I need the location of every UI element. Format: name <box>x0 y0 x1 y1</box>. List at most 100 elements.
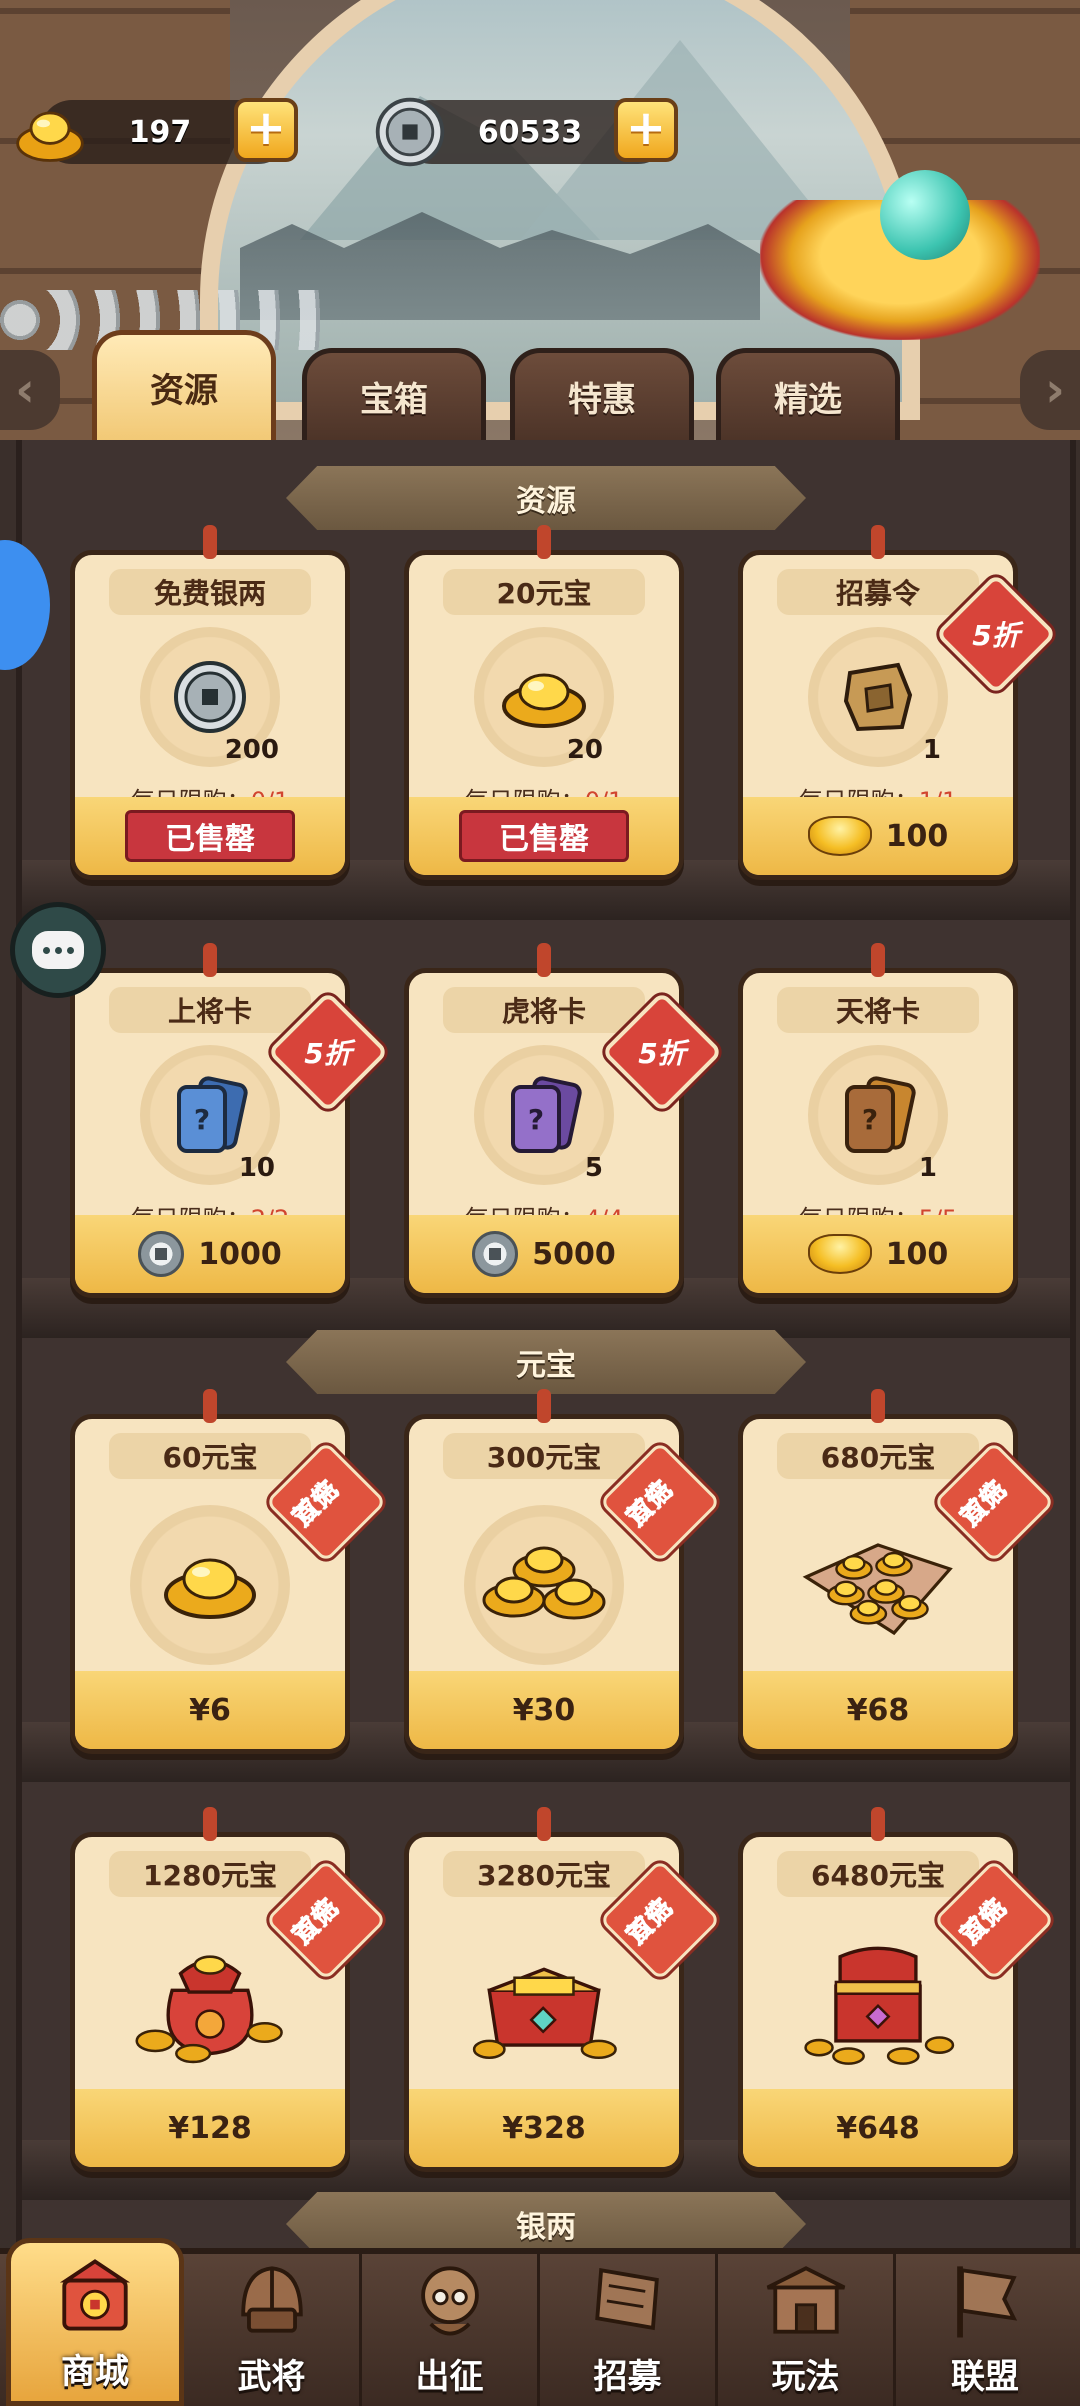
ingot-pile-icon <box>482 1546 606 1620</box>
item-name: 天将卡 <box>777 987 979 1033</box>
hanging-pin <box>871 1389 885 1423</box>
banner-icon <box>594 2267 659 2331</box>
shop-icon <box>59 2259 131 2331</box>
buy-button[interactable]: 100 <box>743 797 1013 875</box>
hanging-pin <box>537 1807 551 1841</box>
discount-text: 5折 <box>972 619 1020 652</box>
first-recharge-text: 首充 双倍 <box>276 1464 376 1540</box>
item-free-silver[interactable]: 免费银两 200 每日限购：0/1 已售罄 <box>70 525 350 880</box>
nav-recruit[interactable]: 招募 <box>540 2254 718 2406</box>
buy-button[interactable]: ¥648 <box>743 2089 1013 2167</box>
shop-content[interactable]: 资源 免费银两 200 每日限购：0/1 已售罄 20元宝 20 每日限购：0 <box>16 440 1076 2248</box>
item-heaven-general-card[interactable]: 天将卡 ? 1 每日限购：5/5 100 <box>738 943 1018 1298</box>
shop-tabs: ‹ 资源 宝箱 特惠 精选 › <box>0 330 1080 440</box>
tab-specials[interactable]: 特惠 <box>510 348 694 440</box>
tab-chests[interactable]: 宝箱 <box>302 348 486 440</box>
add-gold-button[interactable]: + <box>234 98 298 162</box>
hanging-pin <box>537 1389 551 1423</box>
gold-amount: 197 <box>128 114 192 150</box>
silver-coin-icon <box>174 661 246 733</box>
treasure-chest-icon <box>804 1946 955 2065</box>
tab-featured[interactable]: 精选 <box>716 348 900 440</box>
buy-button[interactable]: ¥328 <box>409 2089 679 2167</box>
section-header-ingots: 元宝 <box>286 1330 806 1394</box>
gate-icon <box>766 2266 845 2334</box>
item-6480-ingots[interactable]: 6480元宝 首充 双倍 ¥648 <box>738 1807 1055 2172</box>
nav-label: 招募 <box>593 2357 662 2397</box>
gold-ingot-icon <box>807 816 872 856</box>
tab-next-arrow[interactable]: › <box>1020 350 1080 430</box>
chat-button[interactable] <box>10 902 106 998</box>
chat-bubble-icon <box>32 931 84 969</box>
item-quantity: 20 <box>566 735 603 765</box>
item-680-ingots[interactable]: 680元宝 首充 双倍 ¥68 <box>738 1389 1055 1754</box>
silver-coin-icon <box>472 1231 519 1277</box>
item-icon-frame <box>798 1923 958 2083</box>
discount-text: 5折 <box>638 1037 686 1070</box>
nav-gameplay[interactable]: 玩法 <box>718 2254 896 2406</box>
plus-icon: + <box>245 100 287 156</box>
item-300-ingots[interactable]: 300元宝 首充 双倍 ¥30 <box>404 1389 721 1754</box>
hanging-pin <box>203 1807 217 1841</box>
discount-text: 5折 <box>304 1037 352 1070</box>
nav-alliance[interactable]: 联盟 <box>896 2254 1074 2406</box>
buy-button[interactable]: 5000 <box>409 1215 679 1293</box>
price: ¥648 <box>836 2110 920 2146</box>
buy-button[interactable]: ¥6 <box>75 1671 345 1749</box>
sold-out-badge: 已售罄 <box>459 810 629 862</box>
ingot-bag-icon <box>135 1955 283 2064</box>
sold-out-badge: 已售罄 <box>125 810 295 862</box>
item-3280-ingots[interactable]: 3280元宝 首充 双倍 ¥328 <box>404 1807 721 2172</box>
item-recruit-token[interactable]: 招募令 5折 1 每日限购：1/1 100 <box>738 525 1057 880</box>
gold-currency: 197 + <box>16 98 298 164</box>
item-icon-frame <box>798 1505 958 1665</box>
item-20-ingots[interactable]: 20元宝 20 每日限购：0/1 已售罄 <box>404 525 684 880</box>
plus-icon: + <box>625 100 667 156</box>
price: 100 <box>885 1236 949 1272</box>
silver-currency: 60533 + <box>375 97 678 167</box>
tab-resources[interactable]: 资源 <box>92 330 276 440</box>
item-general-card[interactable]: 上将卡 5折 ? 10 每日限购：2/2 1000 <box>70 943 389 1298</box>
ingot-box-icon <box>472 1967 617 2059</box>
purple-card-icon: ? <box>511 1076 582 1153</box>
nav-generals[interactable]: 武将 <box>184 2254 362 2406</box>
nav-label: 出征 <box>415 2357 484 2397</box>
item-quantity: 1 <box>922 735 941 765</box>
helmet-icon <box>240 2266 303 2333</box>
item-1280-ingots[interactable]: 1280元宝 首充 双倍 ¥128 <box>70 1807 387 2172</box>
first-recharge-text: 首充 双倍 <box>276 1882 376 1958</box>
hanging-pin <box>537 943 551 977</box>
gold-ingot-icon <box>16 111 84 162</box>
buy-button[interactable]: 1000 <box>75 1215 345 1293</box>
blue-card-icon: ? <box>177 1076 248 1153</box>
nav-shop[interactable]: 商城 <box>6 2238 184 2406</box>
nav-label: 武将 <box>237 2357 306 2397</box>
hanging-pin <box>203 525 217 559</box>
item-tiger-general-card[interactable]: 虎将卡 5折 ? 5 每日限购：4/4 5000 <box>404 943 723 1298</box>
item-name: 免费银两 <box>109 569 311 615</box>
silver-amount: 60533 <box>477 114 583 150</box>
price: 100 <box>885 818 949 854</box>
first-recharge-text: 首充 双倍 <box>944 1464 1044 1540</box>
item-60-ingots[interactable]: 60元宝 首充 双倍 ¥6 <box>70 1389 387 1754</box>
hanging-pin <box>871 525 885 559</box>
first-recharge-text: 首充 双倍 <box>944 1882 1044 1958</box>
item-name: 招募令 <box>777 569 979 615</box>
tab-prev-arrow[interactable]: ‹ <box>0 350 60 430</box>
first-recharge-text: 首充 双倍 <box>610 1882 710 1958</box>
price: 1000 <box>198 1236 282 1272</box>
item-icon-frame <box>130 1923 290 2083</box>
item-quantity: 1 <box>918 1153 937 1183</box>
item-name: 20元宝 <box>443 569 645 615</box>
nav-campaign[interactable]: 出征 <box>362 2254 540 2406</box>
buy-button[interactable]: ¥30 <box>409 1671 679 1749</box>
add-silver-button[interactable]: + <box>614 98 678 162</box>
buy-button[interactable]: ¥128 <box>75 2089 345 2167</box>
ingot-cloth-icon <box>802 1543 953 1636</box>
item-icon-frame <box>464 1505 624 1665</box>
buy-button[interactable]: ¥68 <box>743 1671 1013 1749</box>
buy-button[interactable]: 100 <box>743 1215 1013 1293</box>
header-scene: 197 + 60533 + ‹ 资源 宝箱 特惠 精选 › <box>0 0 1080 440</box>
price: 5000 <box>532 1236 616 1272</box>
item-name: 上将卡 <box>109 987 311 1033</box>
